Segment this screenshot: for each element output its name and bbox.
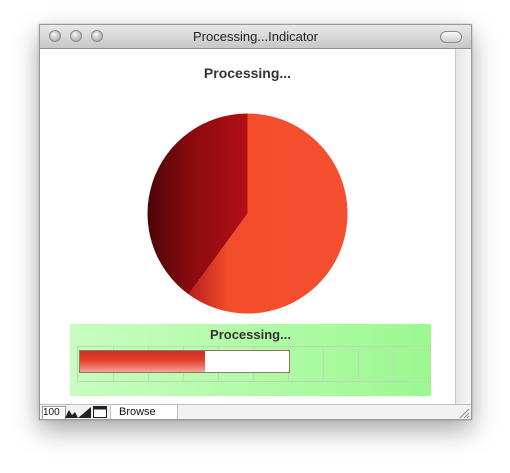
progress-bar-fill [80,351,206,372]
status-area-icon[interactable] [78,406,91,418]
resize-grip-icon[interactable] [458,407,470,419]
window-title: Processing...Indicator [192,29,318,44]
toolbar-toggle-button[interactable] [440,31,462,43]
processing-pie-chart [147,113,348,314]
status-bar: 100 Browse [40,404,471,419]
mode-label[interactable]: Browse [110,405,178,419]
chart-title: Processing... [203,65,292,81]
layout-view-icon[interactable] [93,406,107,418]
grid-line [358,347,359,381]
progress-panel: Processing... [70,324,431,396]
grid-line [393,347,394,381]
progress-title: Processing... [210,327,291,342]
status-area-icon[interactable] [65,406,78,418]
app-window: Processing...Indicator Processing... Pro… [39,24,472,420]
grid-line [323,347,324,381]
vertical-scrollbar[interactable] [455,49,471,404]
progress-bar [79,350,290,373]
zoom-level[interactable]: 100 [42,406,66,419]
layout-content: Processing... Processing... [40,49,455,404]
title-bar[interactable]: Processing...Indicator [40,25,471,49]
